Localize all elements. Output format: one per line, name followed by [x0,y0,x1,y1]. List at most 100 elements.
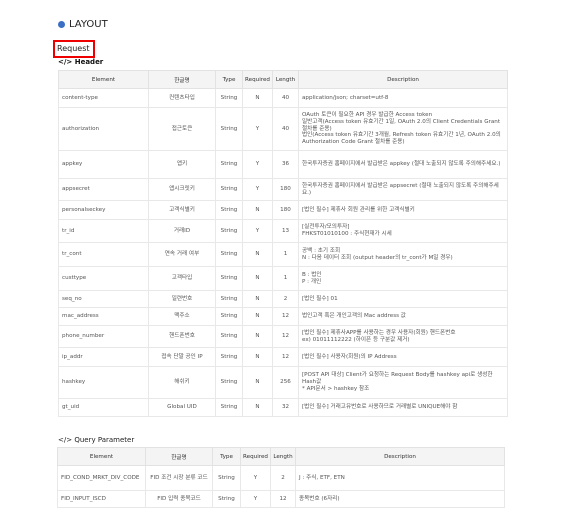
korean-name-cell: 접속 단말 공인 IP [148,347,216,367]
element-cell: appsecret [58,178,149,201]
length-cell: 36 [272,150,299,179]
required-cell: N [242,290,273,308]
table-row: FID_COND_MRKT_DIV_CODE FID 조건 시장 분류 코드 Str… [57,465,505,491]
required-cell: N [242,266,273,291]
query-parameter-table: Element 한글명 Type Required Length Description F… [57,447,505,508]
description-cell: [법인 필수] 제휴사 회원 관리를 위한 고객식별키 [298,200,508,220]
table-row: hashkey 해쉬키 String N 256 [POST API 대상] Client… [58,366,508,399]
element-cell: mac_address [58,307,149,326]
korean-name-cell: 고객타입 [148,266,216,291]
description-cell: OAuth 토큰이 필요한 API 경우 발급한 Access token 일반… [298,107,508,151]
element-cell: tr_id [58,219,149,243]
required-cell: N [242,398,273,417]
length-cell: 2 [270,465,296,491]
column-header: 한글명 [148,70,216,89]
length-cell: 13 [272,219,299,243]
required-cell: Y [242,178,273,201]
element-cell: ip_addr [58,347,149,367]
column-header: Length [270,447,296,466]
required-cell: Y [240,465,271,491]
korean-name-cell: 접근토큰 [148,107,216,151]
type-cell: String [215,398,243,417]
korean-name-cell: Global UID [148,398,216,417]
type-cell: String [215,366,243,399]
element-cell: phone_number [58,325,149,348]
length-cell: 1 [272,266,299,291]
column-header: Description [295,447,505,466]
required-cell: Y [242,219,273,243]
column-header: Element [58,70,149,89]
element-cell: FID_COND_MRKT_DIV_CODE [57,465,146,491]
length-cell: 256 [272,366,299,399]
type-cell: String [215,150,243,179]
description-cell: [법인 필수] 01 [298,290,508,308]
required-cell: Y [242,150,273,179]
table-row: seq_no 일련번호 String N 2 [법인 필수] 01 [58,290,508,308]
type-cell: String [215,200,243,220]
check-circle-icon [58,21,65,28]
element-cell: personalseckey [58,200,149,220]
layout-heading: LAYOUT [58,19,108,30]
description-cell: [POST API 대상] Client가 요청하는 Request Body를… [298,366,508,399]
table-row: mac_address 맥주소 String N 12 법인고객 혹은 개인고객의 Mac… [58,307,508,326]
length-cell: 40 [272,107,299,151]
element-cell: appkey [58,150,149,179]
header-section-title: </> Header [58,58,104,66]
korean-name-cell: 맥주소 [148,307,216,326]
type-cell: String [212,465,241,491]
type-cell: String [215,107,243,151]
description-cell: 공백 : 초기 조회 N : 다음 데이터 조회 (output header의… [298,242,508,267]
required-cell: Y [242,107,273,151]
element-cell: authorization [58,107,149,151]
korean-name-cell: 컨텐츠타입 [148,88,216,108]
korean-name-cell: 앱시크릿키 [148,178,216,201]
description-cell: 한국투자증권 홈페이지에서 발급받은 appsecret (절대 노출되지 않도… [298,178,508,201]
column-header: Element [57,447,146,466]
element-cell: custtype [58,266,149,291]
description-cell: 법인고객 혹은 개인고객의 Mac address 값 [298,307,508,326]
column-header: Length [272,70,299,89]
length-cell: 12 [272,325,299,348]
description-cell: 종목번호 (6자리) [295,490,505,508]
required-cell: N [242,347,273,367]
table-row: content-type 컨텐츠타입 String N 40 application/js… [58,88,508,108]
required-cell: N [242,307,273,326]
type-cell: String [215,242,243,267]
description-cell: J : 주식, ETF, ETN [295,465,505,491]
layout-title: LAYOUT [69,19,108,30]
table-row: tr_cont 연속 거래 여부 String N 1 공백 : 초기 조회 N : 다음… [58,242,508,267]
length-cell: 1 [272,242,299,267]
length-cell: 40 [272,88,299,108]
column-header: 한글명 [145,447,213,466]
korean-name-cell: 앱키 [148,150,216,179]
korean-name-cell: 일련번호 [148,290,216,308]
table-row: ip_addr 접속 단말 공인 IP String N 12 [법인 필수] 사용자(회… [58,347,508,367]
length-cell: 12 [270,490,296,508]
table-row: personalseckey 고객식별키 String N 180 [법인 필수] 제휴사… [58,200,508,220]
description-cell: [실전투자/모의투자] FHKST01010100 : 주식현재가 시세 [298,219,508,243]
korean-name-cell: 연속 거래 여부 [148,242,216,267]
required-cell: Y [240,490,271,508]
korean-name-cell: 핸드폰번호 [148,325,216,348]
type-cell: String [215,347,243,367]
required-cell: N [242,242,273,267]
korean-name-cell: 거래ID [148,219,216,243]
column-header: Description [298,70,508,89]
element-cell: seq_no [58,290,149,308]
query-section-title: </> Query Parameter [58,436,135,444]
korean-name-cell: FID 조건 시장 분류 코드 [145,465,213,491]
header-table: Element 한글명 Type Required Length Description c… [58,70,508,417]
column-header: Required [240,447,271,466]
length-cell: 12 [272,347,299,367]
required-cell: N [242,88,273,108]
table-row: phone_number 핸드폰번호 String N 12 [법인 필수] 제휴사APP… [58,325,508,348]
description-cell: B : 법인 P : 개인 [298,266,508,291]
length-cell: 2 [272,290,299,308]
element-cell: FID_INPUT_ISCD [57,490,146,508]
type-cell: String [215,290,243,308]
required-cell: N [242,325,273,348]
type-cell: String [215,266,243,291]
type-cell: String [215,325,243,348]
element-cell: gt_uid [58,398,149,417]
type-cell: String [215,307,243,326]
